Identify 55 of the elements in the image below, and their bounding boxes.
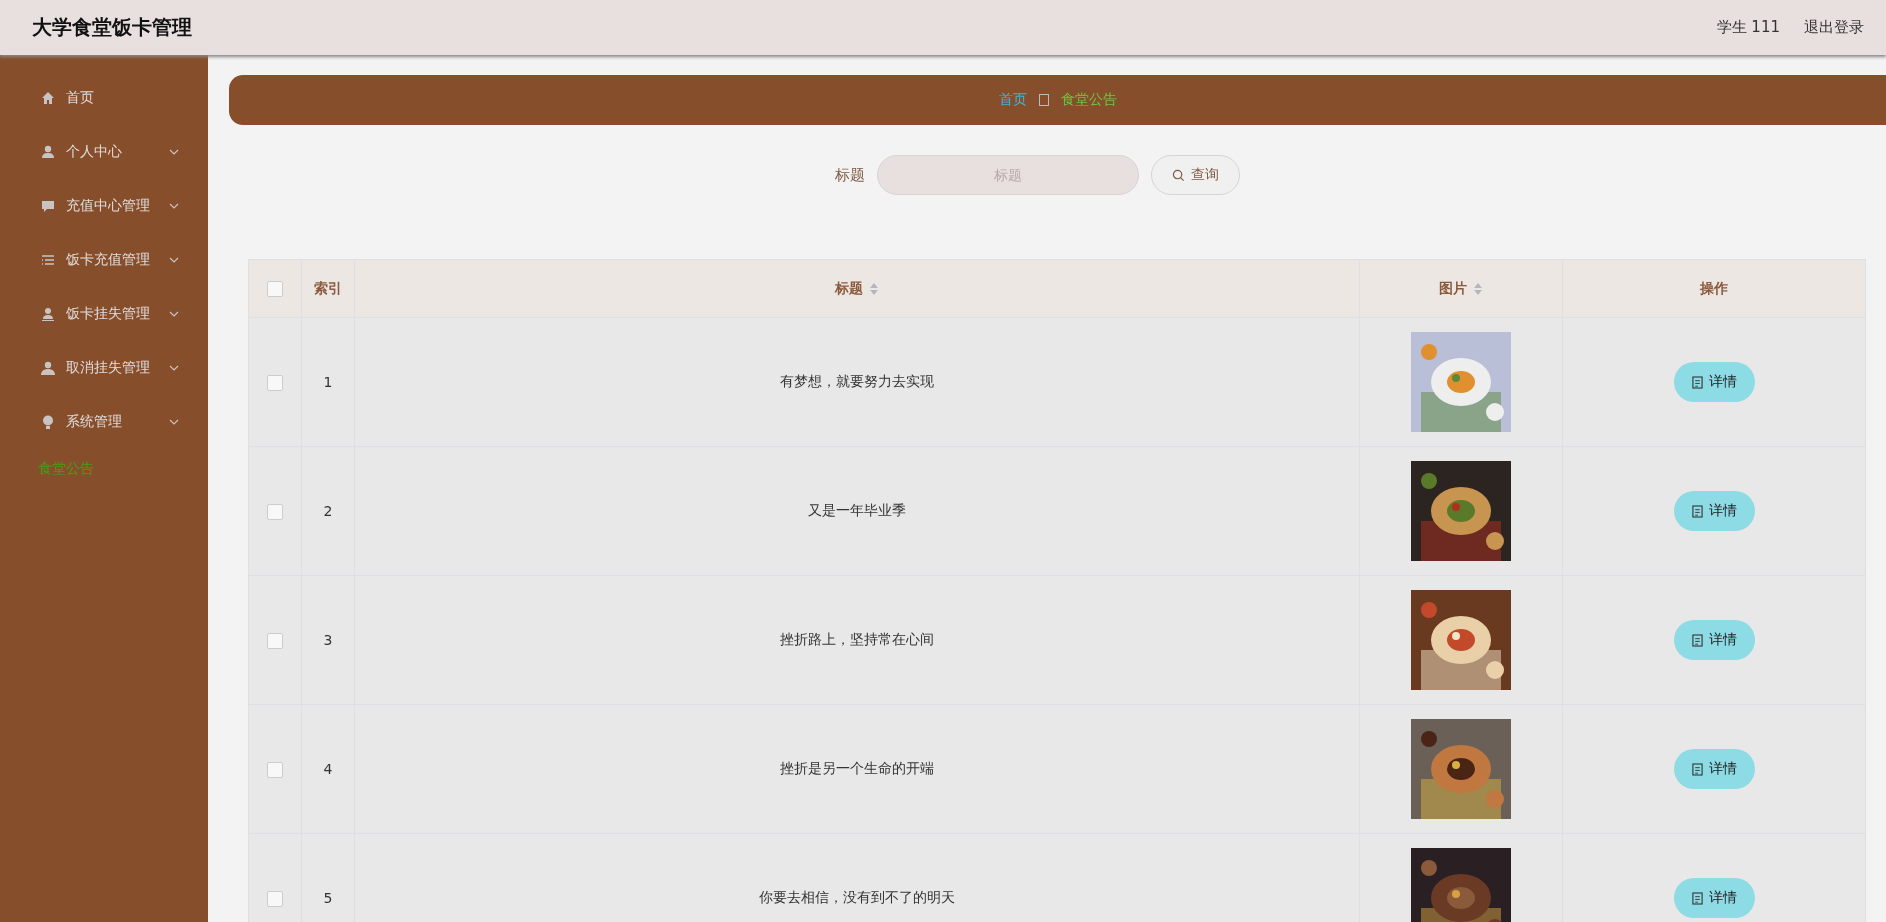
document-icon	[1691, 375, 1703, 389]
title-text: 你要去相信，没有到不了的明天	[759, 889, 955, 905]
title-text: 挫折路上，坚持常在心间	[780, 631, 934, 647]
home-icon	[40, 90, 56, 106]
index-text: 1	[323, 374, 333, 390]
select-all-checkbox[interactable]	[267, 281, 283, 297]
search-button[interactable]: 查询	[1151, 155, 1240, 195]
index-text: 5	[323, 890, 333, 906]
title-text: 又是一年毕业季	[808, 502, 906, 518]
separator-icon	[1038, 94, 1049, 106]
sidebar-item[interactable]: 个人中心	[0, 125, 208, 179]
detail-button[interactable]: 详情	[1673, 620, 1755, 660]
column-header: 索引	[314, 279, 342, 298]
bulb-icon	[40, 414, 56, 430]
document-icon	[1691, 762, 1703, 776]
detail-button[interactable]: 详情	[1673, 749, 1755, 789]
title-text: 挫折是另一个生命的开端	[780, 760, 934, 776]
column-header[interactable]: 标题	[835, 279, 863, 298]
column-header: 操作	[1700, 279, 1728, 298]
search-label: 标题	[835, 165, 865, 185]
row-checkbox[interactable]	[267, 374, 283, 391]
logout-link[interactable]: 退出登录	[1804, 18, 1864, 37]
user-icon	[40, 144, 56, 160]
user-icon	[40, 306, 56, 322]
sidebar-item[interactable]: 首页	[0, 71, 208, 125]
row-checkbox[interactable]	[267, 503, 283, 520]
sidebar-item[interactable]: 饭卡挂失管理	[0, 287, 208, 341]
app-title: 大学食堂饭卡管理	[32, 14, 192, 41]
sidebar-item[interactable]: 取消挂失管理	[0, 341, 208, 395]
sort-icon	[869, 281, 879, 296]
sidebar-item[interactable]: 饭卡充值管理	[0, 233, 208, 287]
breadcrumb-current: 食堂公告	[1060, 91, 1117, 109]
detail-button[interactable]: 详情	[1673, 491, 1755, 531]
document-icon	[1691, 504, 1703, 518]
index-text: 4	[323, 761, 333, 777]
title-text: 有梦想，就要努力去实现	[780, 373, 934, 389]
column-header[interactable]: 图片	[1439, 279, 1467, 298]
index-text: 3	[323, 632, 333, 648]
row-checkbox[interactable]	[267, 632, 283, 649]
list-icon	[40, 252, 56, 268]
document-icon	[1691, 891, 1703, 905]
index-text: 2	[323, 503, 333, 519]
user-name: 学生 111	[1716, 18, 1780, 37]
breadcrumb-link[interactable]: 首页	[998, 91, 1027, 109]
sidebar-item[interactable]: 充值中心管理	[0, 179, 208, 233]
user-icon	[40, 360, 56, 376]
chat-icon	[40, 198, 56, 214]
document-icon	[1691, 633, 1703, 647]
row-checkbox[interactable]	[267, 761, 283, 778]
sort-icon	[1473, 281, 1483, 296]
detail-button[interactable]: 详情	[1673, 878, 1755, 918]
sidebar-item[interactable]: 系统管理	[0, 395, 208, 449]
detail-button[interactable]: 详情	[1673, 362, 1755, 402]
search-icon	[1172, 168, 1185, 182]
row-checkbox[interactable]	[267, 890, 283, 907]
